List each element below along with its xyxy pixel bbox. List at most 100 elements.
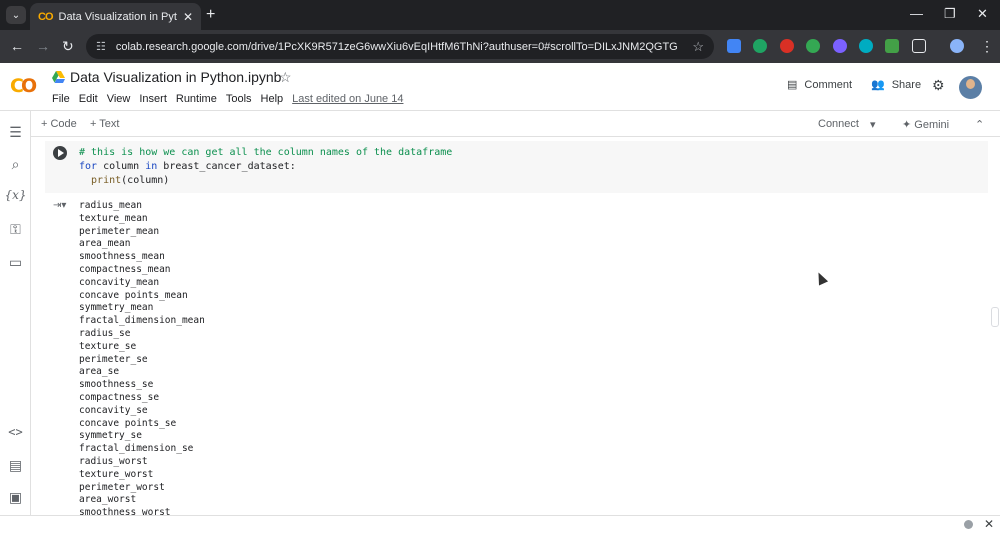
menu-runtime[interactable]: Runtime bbox=[176, 93, 217, 105]
gemini-label: Gemini bbox=[914, 119, 950, 131]
table-of-contents-icon[interactable]: ☰ bbox=[0, 124, 31, 141]
output-line: concave points_se bbox=[79, 417, 177, 429]
status-close-icon[interactable]: ✕ bbox=[984, 517, 994, 531]
output-line: compactness_se bbox=[79, 391, 160, 403]
output-line: texture_se bbox=[79, 340, 137, 352]
output-line: symmetry_mean bbox=[79, 302, 154, 314]
colab-logo[interactable]: CO bbox=[10, 75, 37, 97]
connect-button[interactable]: Connect bbox=[818, 118, 859, 130]
drive-icon bbox=[52, 71, 65, 83]
mouse-cursor-icon bbox=[813, 270, 829, 286]
window-close-icon[interactable]: ✕ bbox=[977, 6, 988, 22]
red-extension-icon[interactable] bbox=[780, 39, 794, 53]
code-keyword-for: for bbox=[79, 161, 98, 172]
mail-extension-icon[interactable] bbox=[885, 39, 899, 53]
files-folder-icon[interactable]: ▭ bbox=[0, 254, 31, 271]
purple-extension-icon[interactable] bbox=[833, 39, 847, 53]
browser-tab-active[interactable]: CO Data Visualization in Python.ipy ✕ bbox=[30, 3, 201, 30]
add-code-button[interactable]: + Code bbox=[41, 118, 77, 130]
green-extension-icon[interactable] bbox=[806, 39, 820, 53]
output-line: fractal_dimension_se bbox=[79, 443, 194, 455]
tab-close-icon[interactable]: ✕ bbox=[183, 10, 193, 24]
runtime-status-dot[interactable] bbox=[964, 520, 973, 529]
bookmark-star-icon[interactable]: ☆ bbox=[692, 39, 704, 55]
comment-label: Comment bbox=[804, 78, 853, 91]
minimize-icon[interactable]: — bbox=[910, 6, 923, 21]
secrets-key-icon[interactable]: ⚿ bbox=[0, 221, 31, 238]
code-snippets-icon[interactable]: <> bbox=[0, 425, 31, 439]
code-variable: column bbox=[97, 161, 146, 172]
profile-icon[interactable] bbox=[950, 39, 964, 53]
menu-tools[interactable]: Tools bbox=[226, 93, 252, 105]
address-bar[interactable]: ☷ colab.research.google.com/drive/1PcXK9… bbox=[86, 34, 714, 59]
gemini-button[interactable]: ✦ Gemini bbox=[902, 118, 949, 131]
cell-output: radius_mean texture_mean perimeter_meanare… bbox=[79, 200, 205, 520]
grammar-extension-icon[interactable] bbox=[753, 39, 767, 53]
connect-dropdown-icon[interactable]: ▾ bbox=[870, 118, 876, 131]
browser-menu-icon[interactable]: ⋮ bbox=[980, 38, 994, 55]
output-line: perimeter_mean bbox=[79, 225, 160, 237]
menu-bar: File Edit View Insert Runtime Tools Help… bbox=[52, 93, 412, 105]
puzzle-extensions-icon[interactable] bbox=[912, 39, 926, 53]
star-notebook-icon[interactable]: ☆ bbox=[279, 69, 292, 86]
code-editor[interactable]: # this is how we can get all the column … bbox=[79, 146, 452, 188]
forward-arrow-icon[interactable]: → bbox=[36, 38, 50, 54]
teal-extension-icon[interactable] bbox=[859, 39, 873, 53]
code-print-args: (column) bbox=[121, 175, 170, 186]
menu-edit[interactable]: Edit bbox=[79, 93, 98, 105]
menu-insert[interactable]: Insert bbox=[139, 93, 167, 105]
output-line: radius_worst bbox=[79, 455, 148, 467]
translate-extension-icon[interactable] bbox=[727, 39, 741, 53]
code-iterable: breast_cancer_dataset: bbox=[157, 161, 296, 172]
output-line: concavity_se bbox=[79, 404, 148, 416]
variables-icon[interactable]: {x} bbox=[0, 188, 31, 202]
run-cell-play-icon[interactable] bbox=[53, 146, 67, 160]
output-line: area_worst bbox=[79, 494, 137, 506]
menu-view[interactable]: View bbox=[107, 93, 131, 105]
new-tab-button[interactable]: + bbox=[206, 6, 215, 24]
add-text-button[interactable]: + Text bbox=[90, 118, 119, 130]
output-line: perimeter_se bbox=[79, 353, 148, 365]
output-line: texture_mean bbox=[79, 212, 148, 224]
left-sidebar: ☰ ⌕ {x} ⚿ ▭ <> ▤ ▣ bbox=[0, 111, 31, 515]
menu-help[interactable]: Help bbox=[261, 93, 284, 105]
output-line: symmetry_se bbox=[79, 430, 142, 442]
output-line: radius_mean bbox=[79, 200, 142, 211]
output-actions-icon[interactable]: ⇥▾ bbox=[53, 200, 66, 211]
output-line: radius_se bbox=[79, 327, 131, 339]
site-info-icon[interactable]: ☷ bbox=[96, 40, 106, 53]
code-comment: # this is how we can get all the column … bbox=[79, 147, 453, 158]
output-line: concave points_mean bbox=[79, 289, 188, 301]
collapse-chevron-up-icon[interactable]: ⌃ bbox=[975, 118, 984, 131]
colab-favicon-icon: CO bbox=[38, 10, 53, 23]
settings-gear-icon[interactable]: ⚙ bbox=[932, 77, 945, 94]
scrollbar-thumb[interactable] bbox=[991, 307, 999, 327]
browser-toolbar: ← → ↻ ☷ colab.research.google.com/drive/… bbox=[0, 30, 1000, 63]
status-bar bbox=[0, 515, 1000, 535]
share-label: Share bbox=[891, 78, 922, 91]
tab-search-chevron-icon[interactable]: ⌄ bbox=[6, 6, 26, 24]
terminal-icon[interactable]: ▣ bbox=[0, 489, 31, 506]
comment-icon: ▤ bbox=[787, 79, 798, 91]
last-edited-link[interactable]: Last edited on June 14 bbox=[292, 93, 403, 105]
output-line: smoothness_se bbox=[79, 379, 154, 391]
back-arrow-icon[interactable]: ← bbox=[10, 38, 24, 54]
search-icon[interactable]: ⌕ bbox=[0, 156, 31, 173]
comment-button[interactable]: ▤ Comment bbox=[787, 78, 853, 92]
menu-file[interactable]: File bbox=[52, 93, 70, 105]
colab-header: CO Data Visualization in Python.ipynb ☆ … bbox=[0, 63, 1000, 111]
notebook-title[interactable]: Data Visualization in Python.ipynb bbox=[70, 69, 281, 85]
code-keyword-in: in bbox=[145, 161, 158, 172]
command-palette-icon[interactable]: ▤ bbox=[0, 457, 31, 474]
user-avatar[interactable] bbox=[959, 76, 982, 99]
restore-icon[interactable]: ❐ bbox=[944, 6, 956, 22]
output-line: smoothness_mean bbox=[79, 251, 165, 263]
output-line: fractal_dimension_mean bbox=[79, 315, 205, 327]
share-button[interactable]: 👥 Share bbox=[871, 78, 922, 92]
share-people-icon: 👥 bbox=[871, 79, 885, 91]
output-line: texture_worst bbox=[79, 468, 154, 480]
output-line: perimeter_worst bbox=[79, 481, 165, 493]
browser-tab-strip: ⌄ CO Data Visualization in Python.ipy ✕ … bbox=[0, 0, 1000, 30]
notebook-toolbar: + Code + Text Connect ▾ ✦ Gemini ⌃ bbox=[31, 111, 1000, 137]
reload-icon[interactable]: ↻ bbox=[62, 38, 74, 55]
